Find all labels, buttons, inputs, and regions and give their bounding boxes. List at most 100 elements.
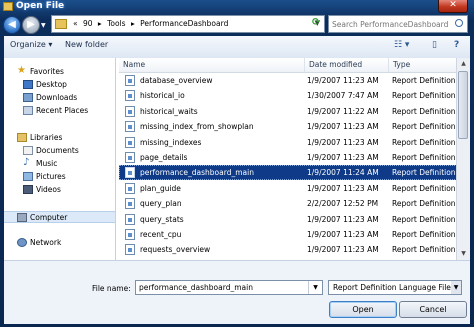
- search-input[interactable]: [332, 18, 450, 30]
- breadcrumb-90[interactable]: 90: [83, 19, 93, 28]
- file-type: Report Definition File: [392, 91, 457, 101]
- nav-documents[interactable]: Documents: [4, 145, 115, 157]
- file-name-field: ▼: [135, 280, 323, 295]
- report-file-icon: [125, 244, 135, 256]
- breadcrumb: « 90 ▸ Tools ▸ PerformanceDashboard: [73, 19, 231, 28]
- report-file-icon: [125, 198, 135, 210]
- recent-pages-dropdown[interactable]: ▼: [41, 22, 46, 29]
- report-file-icon: [125, 90, 135, 102]
- scroll-thumb[interactable]: [458, 71, 468, 139]
- file-type: Report Definition File: [392, 183, 457, 193]
- forward-arrow-icon: ▶: [27, 19, 35, 30]
- report-file-icon: [125, 167, 135, 179]
- report-file-icon: [125, 152, 135, 163]
- title-bar: Open File ✕: [0, 0, 474, 14]
- file-row[interactable]: historical_waits 1/9/2007 11:22 AM Report …: [119, 104, 457, 119]
- nav-videos[interactable]: Videos: [4, 184, 115, 196]
- breadcrumb-separator[interactable]: ▸: [131, 19, 135, 28]
- file-name: page_details: [140, 153, 188, 162]
- file-type-select[interactable]: Report Definition Language File ▼: [328, 280, 462, 295]
- file-name: requests_overview: [140, 245, 211, 255]
- file-row[interactable]: query_plan 2/2/2007 12:52 PM Report Defini…: [119, 196, 457, 211]
- file-row[interactable]: plan_guide 1/9/2007 11:23 AM Report Defini…: [119, 181, 457, 196]
- nav-downloads[interactable]: Downloads: [4, 92, 115, 104]
- preview-pane-button[interactable]: ▯: [432, 40, 437, 50]
- refresh-button[interactable]: ⟳: [309, 15, 326, 33]
- file-type-value: Report Definition Language File: [333, 283, 451, 292]
- file-row[interactable]: missing_indexes 1/9/2007 11:23 AM Report D…: [119, 135, 457, 150]
- cancel-button[interactable]: Cancel: [399, 301, 467, 318]
- nav-computer[interactable]: Computer: [4, 211, 115, 223]
- music-icon: ♪: [23, 157, 30, 168]
- column-name[interactable]: Name: [119, 58, 304, 72]
- search-box: [328, 15, 468, 33]
- file-row[interactable]: requests_overview 1/9/2007 11:23 AM Report…: [119, 242, 457, 257]
- file-row[interactable]: performance_dashboard_main 1/9/2007 11:24…: [119, 165, 457, 181]
- command-bar: Organize ▾ New folder ☷ ▾ ▯ ?: [4, 36, 470, 59]
- organize-button[interactable]: Organize ▾: [10, 40, 52, 49]
- close-button[interactable]: ✕: [438, 0, 468, 13]
- vertical-scrollbar[interactable]: ▲ ▼: [456, 58, 470, 260]
- nav-favorites[interactable]: ★ Favorites: [4, 65, 115, 78]
- file-date-modified: 1/9/2007 11:23 AM: [307, 153, 379, 162]
- file-name: performance_dashboard_main: [140, 168, 254, 178]
- computer-icon: [17, 213, 27, 222]
- file-row[interactable]: recent_cpu 1/9/2007 11:23 AM Report Defini…: [119, 227, 457, 242]
- downloads-icon: [23, 93, 33, 102]
- main-area: ★ Favorites Desktop Downloads Recent Pla…: [4, 58, 470, 260]
- breadcrumb-performance-dashboard[interactable]: PerformanceDashboard: [140, 19, 228, 28]
- file-type: Report Definition File: [392, 122, 457, 132]
- navigation-pane: ★ Favorites Desktop Downloads Recent Pla…: [4, 58, 116, 260]
- address-bar[interactable]: « 90 ▸ Tools ▸ PerformanceDashboard ▼: [51, 15, 325, 33]
- report-file-icon: [125, 121, 135, 133]
- nav-desktop[interactable]: Desktop: [4, 79, 115, 91]
- documents-icon: [23, 146, 33, 155]
- window-title: Open File: [16, 1, 65, 11]
- file-row[interactable]: page_details 1/9/2007 11:23 AM Report Defi…: [119, 150, 457, 165]
- chevron-down-icon[interactable]: ▼: [308, 281, 322, 294]
- file-name: missing_index_from_showplan: [140, 122, 254, 132]
- file-name-input[interactable]: [139, 282, 305, 293]
- views-button[interactable]: ☷ ▾: [394, 40, 409, 50]
- file-date-modified: 1/9/2007 11:22 AM: [307, 106, 379, 116]
- column-date-modified[interactable]: Date modified: [304, 58, 388, 72]
- new-folder-button[interactable]: New folder: [65, 40, 108, 49]
- navigation-bar: ◀ ▶ ▼ « 90 ▸ Tools ▸ PerformanceDashboar…: [0, 14, 474, 36]
- column-headers: Name Date modified Type: [119, 58, 457, 73]
- nav-music[interactable]: ♪ Music: [4, 157, 115, 170]
- refresh-icon: ⟳: [312, 17, 321, 28]
- file-date-modified: 1/9/2007 11:23 AM: [307, 245, 379, 255]
- recent-places-icon: [23, 106, 33, 115]
- file-name-label: File name:: [92, 284, 131, 293]
- scroll-down-icon[interactable]: ▼: [457, 248, 470, 260]
- nav-recent-places[interactable]: Recent Places: [4, 105, 115, 117]
- open-button[interactable]: Open: [329, 301, 397, 318]
- file-row[interactable]: database_overview 1/9/2007 11:23 AM Report…: [119, 73, 457, 88]
- file-date-modified: 1/9/2007 11:23 AM: [307, 230, 379, 239]
- forward-button[interactable]: ▶: [22, 16, 40, 34]
- file-name-panel: File name: ▼ Report Definition Language …: [4, 260, 470, 324]
- report-file-icon: [125, 182, 135, 194]
- file-type: Report Definition File: [392, 168, 457, 178]
- file-date-modified: 1/30/2007 7:47 AM: [307, 91, 379, 101]
- nav-network[interactable]: Network: [4, 237, 115, 249]
- help-button[interactable]: ?: [454, 40, 459, 50]
- breadcrumb-overflow[interactable]: «: [73, 19, 78, 28]
- file-row[interactable]: historical_io 1/30/2007 7:47 AM Report Def…: [119, 88, 457, 103]
- file-row[interactable]: query_stats 1/9/2007 11:23 AM Report Defin…: [119, 212, 457, 227]
- file-row[interactable]: missing_index_from_showplan 1/9/2007 11:2…: [119, 119, 457, 134]
- column-type[interactable]: Type: [388, 58, 457, 72]
- file-type: Report Definition File: [392, 230, 457, 239]
- scroll-up-icon[interactable]: ▲: [457, 58, 470, 70]
- search-icon[interactable]: [455, 19, 463, 27]
- report-file-icon: [125, 213, 135, 225]
- file-type: Report Definition File: [392, 245, 457, 255]
- file-type: Report Definition File: [392, 137, 457, 147]
- file-date-modified: 1/9/2007 11:24 AM: [307, 168, 379, 178]
- nav-pictures[interactable]: Pictures: [4, 171, 115, 183]
- nav-libraries[interactable]: Libraries: [4, 132, 115, 144]
- file-name: query_stats: [140, 214, 184, 224]
- breadcrumb-separator[interactable]: ▸: [98, 19, 102, 28]
- back-button[interactable]: ◀: [3, 16, 21, 34]
- breadcrumb-tools[interactable]: Tools: [107, 19, 125, 28]
